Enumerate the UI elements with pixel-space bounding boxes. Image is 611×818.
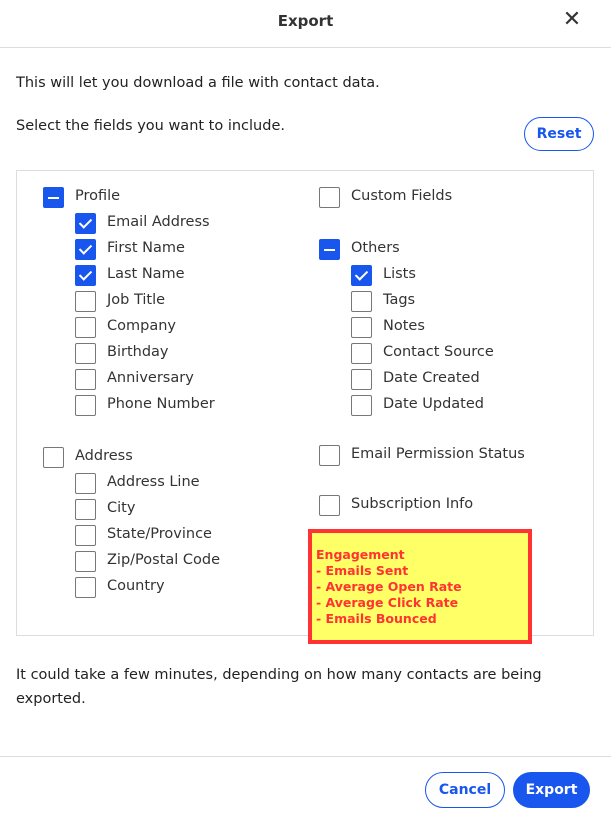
checkbox-notes[interactable]: [351, 317, 372, 338]
engagement-annotation: Engagement - Emails Sent - Average Open …: [308, 529, 532, 644]
reset-button[interactable]: Reset: [524, 117, 594, 151]
checkbox-others[interactable]: [319, 239, 340, 260]
annotation-line: - Emails Sent: [316, 563, 409, 578]
checkbox-tags[interactable]: [351, 291, 372, 312]
checkbox-label[interactable]: First Name: [107, 240, 185, 256]
checkbox-city[interactable]: [75, 499, 96, 520]
checkbox-state-province[interactable]: [75, 525, 96, 546]
cancel-button[interactable]: Cancel: [425, 772, 505, 808]
checkbox-label[interactable]: Date Updated: [383, 396, 484, 412]
checkbox-label[interactable]: Company: [107, 318, 176, 334]
checkbox-label[interactable]: Zip/Postal Code: [107, 552, 220, 568]
annotation-line: - Emails Bounced: [316, 611, 437, 626]
checkbox-label[interactable]: Address: [75, 448, 133, 464]
checkbox-label[interactable]: Birthday: [107, 344, 168, 360]
checkbox-profile[interactable]: [43, 187, 64, 208]
checkbox-label[interactable]: Last Name: [107, 266, 185, 282]
checkbox-label[interactable]: Tags: [383, 292, 415, 308]
dialog-title: Export: [277, 12, 334, 30]
checkbox-birthday[interactable]: [75, 343, 96, 364]
divider: [0, 756, 611, 757]
checkbox-label[interactable]: Date Created: [383, 370, 480, 386]
checkbox-label[interactable]: Custom Fields: [351, 188, 452, 204]
footer-note: It could take a few minutes, depending o…: [16, 667, 542, 707]
checkbox-label[interactable]: State/Province: [107, 526, 212, 542]
checkbox-label[interactable]: Anniversary: [107, 370, 194, 386]
intro-text: This will let you download a file with c…: [16, 75, 380, 91]
checkbox-label[interactable]: Address Line: [107, 474, 200, 490]
checkbox-label[interactable]: Phone Number: [107, 396, 215, 412]
export-button[interactable]: Export: [513, 772, 590, 808]
checkbox-label[interactable]: Subscription Info: [351, 496, 473, 512]
checkbox-label[interactable]: Job Title: [107, 292, 165, 308]
checkbox-date-updated[interactable]: [351, 395, 372, 416]
checkbox-label[interactable]: Lists: [383, 266, 416, 282]
checkbox-email-address[interactable]: [75, 213, 96, 234]
checkbox-label[interactable]: Contact Source: [383, 344, 494, 360]
checkbox-job-title[interactable]: [75, 291, 96, 312]
checkbox-lists[interactable]: [351, 265, 372, 286]
select-prompt: Select the fields you want to include.: [16, 118, 285, 134]
checkbox-subscription-info[interactable]: [319, 495, 340, 517]
checkbox-first-name[interactable]: [75, 239, 96, 260]
checkbox-label[interactable]: Notes: [383, 318, 425, 334]
checkbox-label[interactable]: Others: [351, 240, 400, 256]
checkbox-contact-source[interactable]: [351, 343, 372, 364]
checkbox-label[interactable]: City: [107, 500, 135, 516]
annotation-line: - Average Open Rate: [316, 579, 462, 594]
annotation-line: Engagement: [316, 547, 405, 562]
checkbox-custom-fields[interactable]: [319, 187, 340, 208]
checkbox-company[interactable]: [75, 317, 96, 338]
checkbox-label[interactable]: Email Permission Status: [351, 446, 525, 462]
checkbox-country[interactable]: [75, 577, 96, 598]
checkbox-address[interactable]: [43, 447, 64, 468]
checkbox-zip-postal-code[interactable]: [75, 551, 96, 572]
checkbox-label[interactable]: Country: [107, 578, 165, 594]
checkbox-label[interactable]: Email Address: [107, 214, 210, 230]
checkbox-date-created[interactable]: [351, 369, 372, 390]
checkbox-email-permission-status[interactable]: [319, 444, 340, 466]
close-icon[interactable]: ✕: [560, 8, 584, 32]
checkbox-anniversary[interactable]: [75, 369, 96, 390]
divider: [0, 47, 611, 48]
checkbox-label[interactable]: Profile: [75, 188, 120, 204]
annotation-line: - Average Click Rate: [316, 595, 459, 610]
checkbox-phone-number[interactable]: [75, 395, 96, 416]
checkbox-address-line[interactable]: [75, 473, 96, 494]
checkbox-last-name[interactable]: [75, 265, 96, 286]
